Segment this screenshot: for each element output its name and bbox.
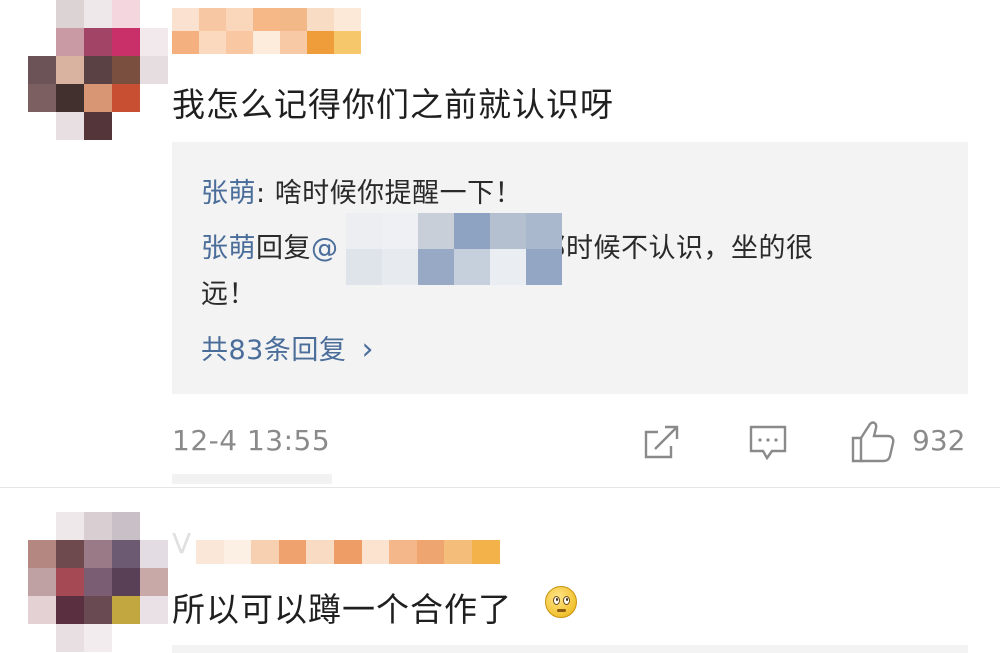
chevron-right-icon: › [361,332,374,367]
redacted-mention-blur [346,213,562,285]
reply-separator: : [256,178,275,209]
comment-icon [749,425,787,461]
username[interactable] [172,8,362,54]
share-button[interactable] [641,422,683,462]
comment-button[interactable] [747,422,789,464]
reply-text-continued: 远！ [201,279,256,310]
avatar[interactable] [28,512,168,652]
divider [0,487,1000,488]
reply-verb: 回复 [256,233,311,264]
like-button[interactable]: 932 [850,418,970,464]
reply-author[interactable]: 张萌 [201,178,256,209]
reply-text: 那时候不认识，坐的很 [538,233,814,264]
avatar[interactable] [28,0,168,140]
reply-mention[interactable]: @ [311,233,339,264]
comment-text: 所以可以蹲一个合作了 [172,583,512,631]
share-icon [644,425,679,459]
more-replies-label: 共83条回复 [201,335,347,366]
username-fragment: V [172,527,192,560]
reply-author[interactable]: 张萌 [201,233,256,264]
reply-text: 啥时候你提醒一下！ [274,178,523,209]
comment-text: 我怎么记得你们之前就认识呀 [172,85,614,124]
divider-shadow-fragment [172,474,332,484]
more-replies-link[interactable]: 共83条回复 › [201,328,374,367]
like-count: 932 [912,424,966,457]
like-icon [851,421,895,463]
reply-preview-box-top [172,645,968,653]
thinking-eyes-emoji [545,586,577,618]
comment-text-body: 所以可以蹲一个合作了 [172,590,512,629]
timestamp: 12-4 13:55 [172,424,331,457]
reply-item[interactable]: 张萌: 啥时候你提醒一下！ [201,171,522,210]
username[interactable] [196,540,500,564]
